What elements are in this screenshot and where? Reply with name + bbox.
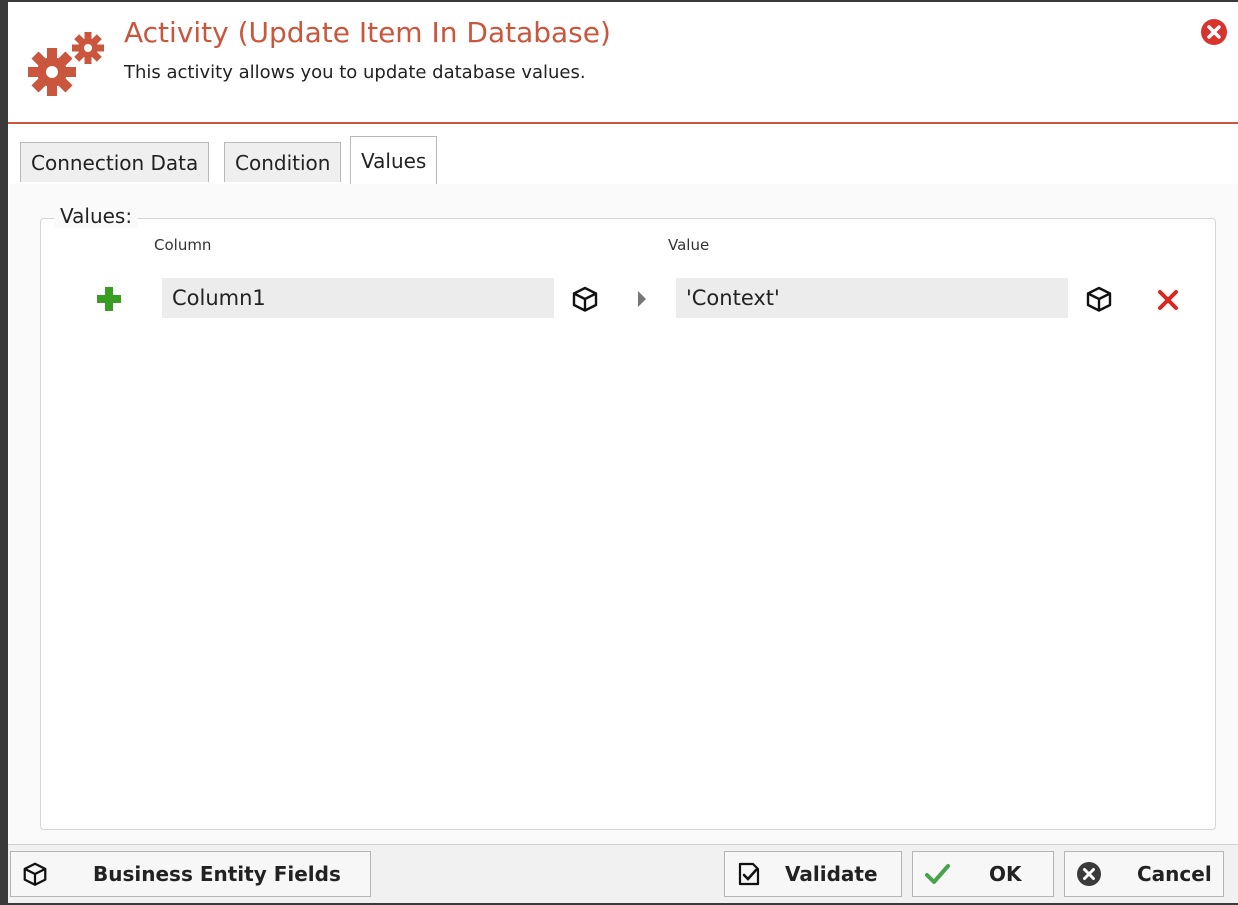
tab-values[interactable]: Values xyxy=(350,136,438,184)
value-field[interactable]: 'Context' xyxy=(676,278,1068,318)
values-group-label: Values: xyxy=(54,204,139,228)
checkmark-icon xyxy=(925,864,950,884)
tab-bar: Connection Data Condition Values xyxy=(10,136,1238,185)
close-button[interactable] xyxy=(1200,18,1228,46)
validate-icon xyxy=(738,862,760,886)
dialog-subtitle: This activity allows you to update datab… xyxy=(124,62,586,83)
ok-label: OK xyxy=(989,862,1022,886)
activity-dialog: Activity (Update Item In Database) This … xyxy=(0,0,1238,905)
validate-button[interactable]: Validate xyxy=(724,851,902,897)
cancel-button[interactable]: Cancel xyxy=(1064,851,1224,897)
business-entity-fields-button[interactable]: Business Entity Fields xyxy=(10,851,371,897)
business-entity-fields-label: Business Entity Fields xyxy=(93,862,341,886)
column-cube-icon[interactable] xyxy=(570,284,600,314)
validate-label: Validate xyxy=(785,862,878,886)
value-header: Value xyxy=(668,236,710,254)
cancel-label: Cancel xyxy=(1137,862,1212,886)
column-header: Column xyxy=(154,236,212,254)
ok-button[interactable]: OK xyxy=(912,851,1054,897)
dialog-footer: Business Entity Fields Validate OK Cance… xyxy=(8,844,1238,903)
gears-icon xyxy=(28,32,104,96)
delete-row-button[interactable] xyxy=(1154,286,1182,314)
value-cube-icon[interactable] xyxy=(1084,284,1114,314)
cube-icon xyxy=(23,862,47,886)
dialog-header: Activity (Update Item In Database) This … xyxy=(8,2,1238,124)
column-field[interactable]: Column1 xyxy=(162,278,554,318)
dialog-title: Activity (Update Item In Database) xyxy=(124,16,611,49)
tab-condition[interactable]: Condition xyxy=(224,142,342,182)
values-tab-content: Values: Column Value Column1 'Context' xyxy=(10,184,1238,845)
cancel-icon xyxy=(1077,862,1101,886)
add-row-button[interactable] xyxy=(94,284,124,314)
tab-connection-data[interactable]: Connection Data xyxy=(20,142,210,182)
arrow-right-icon xyxy=(638,291,646,307)
